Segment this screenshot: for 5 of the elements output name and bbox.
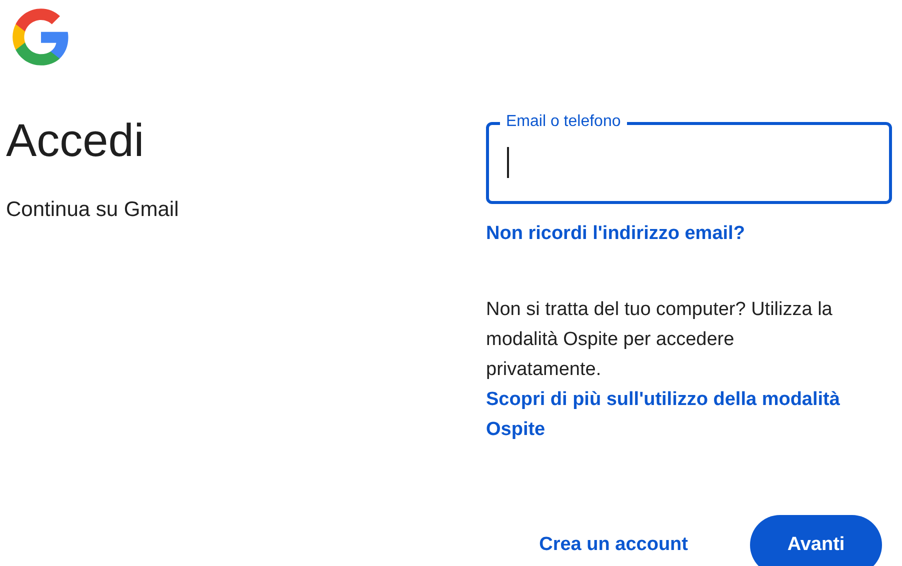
subtitle: Continua su Gmail xyxy=(6,198,179,222)
page-title: Accedi xyxy=(6,113,146,168)
forgot-email-link[interactable]: Non ricordi l'indirizzo email? xyxy=(486,223,745,245)
create-account-button[interactable]: Crea un account xyxy=(517,534,710,556)
next-button[interactable]: Avanti xyxy=(750,515,882,566)
